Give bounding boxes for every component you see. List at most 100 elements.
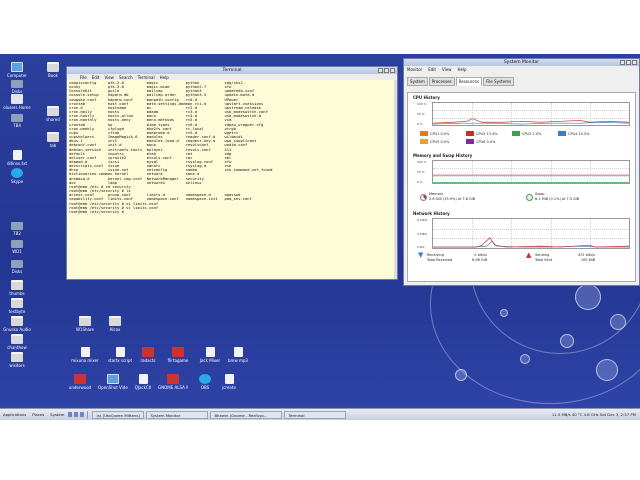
cpu-color-swatch[interactable] (466, 131, 474, 136)
desktop-icon[interactable]: jcreate (214, 374, 244, 390)
cpu-history-title: CPU History (413, 95, 440, 100)
desktop-icon[interactable]: startx script (105, 347, 135, 363)
desktop-icon[interactable]: bmw mp3 (223, 347, 253, 363)
task-button[interactable]: (s) [UtoQueen Mittens] (92, 410, 145, 419)
audio-icon (74, 374, 86, 384)
desktop-icon[interactable]: ditinsx.txt (2, 150, 32, 166)
desktop-icon[interactable]: WD1 (2, 240, 32, 254)
desktop-icon[interactable]: QJackCtl (128, 374, 158, 390)
desktop-icon-label: shared (46, 117, 60, 122)
app-icon (199, 374, 211, 384)
cpu-legend-item: CPU2 13.4% (466, 131, 498, 136)
places-menu[interactable]: Places (29, 412, 47, 417)
cpu-legend-item: CPU1 0.0% (420, 131, 449, 136)
desktop-icon[interactable]: GNOME ALSA Mixer (158, 374, 188, 390)
cpu-color-swatch[interactable] (420, 139, 428, 144)
task-button[interactable]: Bhewin (Gnome - Rezfuyo... (210, 410, 283, 419)
maximize-icon[interactable] (384, 68, 389, 73)
desktop-icon[interactable]: Book (38, 62, 68, 78)
screen: Computer Book Disks olusers Home shared TB4 ta… (0, 0, 640, 480)
system-monitor-window[interactable]: System Monitor Monitor Edit View Help Sy… (403, 58, 640, 286)
desktop-icon[interactable]: underwood (65, 374, 95, 390)
total-received-label: Total Received (427, 258, 453, 262)
memory-history-graph (432, 160, 630, 184)
task-button[interactable]: System Monitor (146, 410, 209, 419)
desktop-icon[interactable]: Alcox (100, 316, 130, 332)
desktop-icon[interactable]: Disks (2, 260, 32, 274)
launcher-icon[interactable] (74, 412, 79, 417)
desktop-icon-label: ditinsx.txt (6, 161, 28, 166)
desktop-icon[interactable]: radacts (133, 347, 163, 363)
tab-processes[interactable]: Processes (428, 77, 455, 86)
cpu-color-swatch[interactable] (512, 131, 520, 136)
menu-help[interactable]: Help (457, 67, 466, 72)
cpu-line-blue (433, 121, 629, 125)
desktop-icon[interactable]: tab (38, 132, 68, 148)
desktop-icon[interactable]: wisitors (2, 352, 32, 368)
desktop-icon[interactable]: Computer (2, 62, 32, 78)
terminal-window[interactable]: Terminal File Edit View Search Terminal … (66, 66, 398, 280)
close-icon[interactable] (632, 60, 637, 65)
cpu-color-swatch[interactable] (466, 139, 474, 144)
sysmon-titlebar[interactable]: System Monitor (404, 59, 639, 66)
folder-icon (11, 298, 23, 308)
tab-file-systems[interactable]: File Systems (483, 77, 515, 86)
menu-edit[interactable]: Edit (428, 67, 436, 72)
cpu-legend-label: CPU3 2.0% (522, 131, 542, 136)
menu-search[interactable]: Search (119, 75, 133, 80)
mem-ylabel-top: 100 % (417, 160, 427, 164)
app-icon (172, 347, 184, 357)
desktop-icon[interactable]: TB2 (2, 222, 32, 236)
total-sent-value: 100 MiB (580, 258, 595, 262)
desktop-icon[interactable]: Disks (2, 80, 32, 94)
maximize-icon[interactable] (626, 60, 631, 65)
cpu-legend-label: CPU6 0.0% (476, 139, 496, 144)
menu-view[interactable]: View (104, 75, 114, 80)
app-icon (224, 374, 234, 384)
minimize-icon[interactable] (378, 68, 383, 73)
task-button[interactable]: Terminal (284, 410, 347, 419)
desktop-icon[interactable]: testbyte (2, 298, 32, 314)
network-history-graph (432, 218, 630, 249)
desktop-icon[interactable]: mixuna mixer (70, 347, 100, 363)
app-icon (138, 374, 148, 384)
minimize-icon[interactable] (620, 60, 625, 65)
net-ylabel-bottom: 0 B/s (417, 245, 425, 249)
menu-monitor[interactable]: Monitor (407, 67, 422, 72)
terminal-scrollbar[interactable] (394, 80, 397, 279)
applications-menu[interactable]: Applications (0, 412, 29, 417)
desktop-icon[interactable]: TB4 (2, 114, 32, 128)
desktop-icon-label: radacts (140, 358, 156, 363)
desktop-icon[interactable]: flirtagame (163, 347, 193, 363)
receiving-info: ▼ Receiving 0 bits/s Total Received 6.98… (418, 252, 487, 263)
menu-edit[interactable]: Edit (92, 75, 100, 80)
launcher-icon[interactable] (80, 412, 85, 417)
tab-system[interactable]: System (407, 77, 428, 86)
terminal-output[interactable]: compizconfig gtk-2.0 magic python xdg/sh… (67, 80, 397, 279)
desktop-icon[interactable]: Gnuska Audio (2, 316, 32, 332)
menu-help[interactable]: Help (160, 75, 169, 80)
menu-terminal[interactable]: Terminal (138, 75, 155, 80)
desktop-icon[interactable]: shared (38, 106, 68, 122)
desktop-icon[interactable]: W1Share (70, 316, 100, 332)
desktop-icon[interactable]: olusers Home (2, 94, 32, 110)
cpu-legend-item: CPU5 0.0% (420, 139, 449, 144)
menu-view[interactable]: View (442, 67, 452, 72)
cpu-color-swatch[interactable] (420, 131, 428, 136)
cpu-color-swatch[interactable] (558, 131, 566, 136)
system-menu[interactable]: System (47, 412, 67, 417)
close-icon[interactable] (390, 68, 395, 73)
menu-file[interactable]: File (80, 75, 87, 80)
launcher-icon[interactable] (68, 412, 73, 417)
desktop-icon[interactable]: Skype (2, 168, 32, 184)
desktop-icon[interactable]: OpenShot Video Editor (98, 374, 128, 390)
net-ylabel-top: 8 KiB/s (417, 218, 428, 222)
desktop-icon-label: W1Share (75, 327, 95, 332)
desktop-icon[interactable]: Jack Mixer (195, 347, 225, 363)
cpu-legend-label: CPU4 10.5% (568, 131, 590, 136)
tab-resources[interactable]: Resources (455, 77, 483, 86)
desktop-icon[interactable]: chanthow (2, 334, 32, 350)
desktop-icon[interactable]: thumbs (2, 280, 32, 296)
terminal-titlebar[interactable]: Terminal (67, 67, 397, 74)
desktop-icon-label: WD1 (12, 249, 22, 254)
